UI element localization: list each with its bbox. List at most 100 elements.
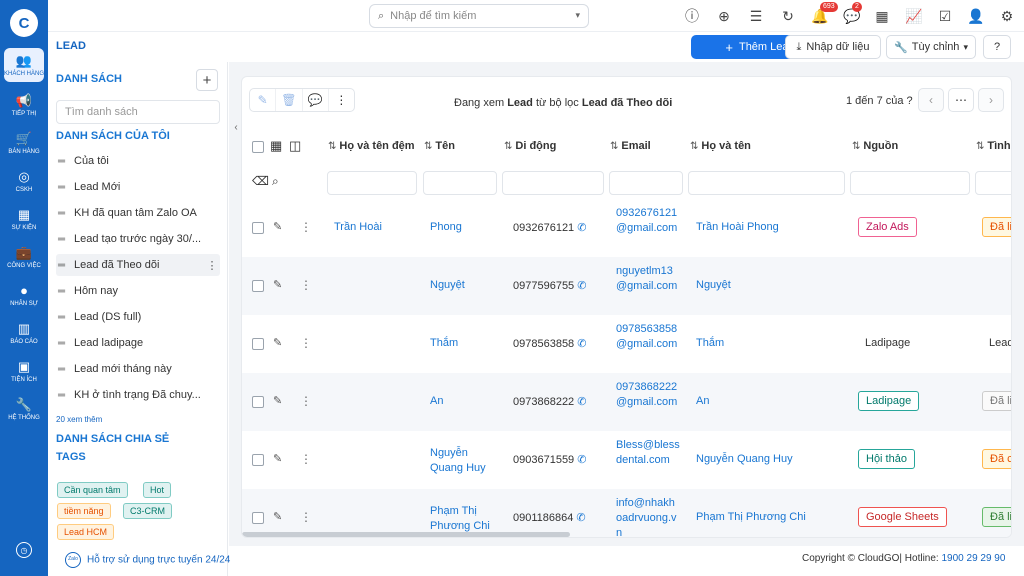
mobile-cell[interactable]: 0977596755 ✆	[513, 279, 586, 292]
email-cell[interactable]: 0978563858@gmail.com	[616, 322, 680, 352]
table-row[interactable]: ✎ ⋮ Nguyễn Quang Huy 0903671559 ✆ Bless@bless…	[242, 431, 1011, 489]
rail-item[interactable]: ● NHÂN SỰ	[4, 278, 44, 312]
edit-icon[interactable]: ✎	[273, 336, 282, 349]
full-name-cell[interactable]: Nguyệt	[696, 279, 731, 291]
phone-icon[interactable]: ✆	[577, 454, 586, 466]
shared-lists-title[interactable]: DANH SÁCH CHIA SẺ	[56, 433, 169, 445]
rail-item[interactable]: 👥 KHÁCH HÀNG	[4, 48, 44, 82]
tag-chip[interactable]: C3-CRM	[123, 503, 172, 519]
add-list-button[interactable]: +	[196, 69, 218, 91]
sidebar-list-item[interactable]: ═ Lead tạo trước ngày 30/...	[56, 228, 220, 250]
more-vertical-icon[interactable]: ⋮	[300, 278, 312, 292]
history-icon[interactable]: ◷	[16, 542, 32, 558]
trash-icon[interactable]: 🗑	[276, 89, 303, 111]
column-header-email[interactable]: ⇅ Email	[610, 140, 651, 152]
tag-chip[interactable]: tiềm năng	[57, 503, 111, 519]
full-name-cell[interactable]: An	[696, 395, 709, 407]
column-header-middle-name[interactable]: ⇅ Họ và tên đệm	[328, 140, 415, 152]
row-checkbox[interactable]	[252, 222, 264, 234]
show-more-link[interactable]: 20 xem thêm	[56, 415, 102, 424]
mobile-cell[interactable]: 0903671559 ✆	[513, 453, 586, 466]
more-vertical-icon[interactable]: ⋮	[300, 510, 312, 524]
column-header-source[interactable]: ⇅ Nguồn	[852, 140, 898, 152]
list-search-input[interactable]: Tìm danh sách	[56, 100, 220, 124]
column-header-first-name[interactable]: ⇅ Tên	[424, 140, 455, 152]
edit-icon[interactable]: ✎	[273, 452, 282, 465]
add-circle-icon[interactable]: ⊕	[714, 6, 734, 26]
phone-icon[interactable]: ✆	[576, 512, 585, 524]
table-layout-icon[interactable]: ▦	[270, 138, 282, 154]
sidebar-list-item[interactable]: ═ Lead ladipage	[56, 332, 220, 354]
sidebar-list-item[interactable]: ═ Lead (DS full)	[56, 306, 220, 328]
more-vertical-icon[interactable]: ⋮	[300, 336, 312, 350]
edit-icon[interactable]: ✎	[273, 220, 282, 233]
more-vertical-icon[interactable]: ⋮	[204, 259, 220, 272]
select-all-checkbox[interactable]	[252, 141, 264, 153]
filter-input-source[interactable]	[850, 171, 970, 195]
middle-name-cell[interactable]: Trần Hoài	[334, 221, 382, 233]
more-options-button[interactable]: ⋯	[948, 88, 974, 112]
edit-icon[interactable]: ✎	[250, 89, 277, 111]
full-name-cell[interactable]: Trần Hoài Phong	[696, 221, 779, 233]
phone-icon[interactable]: ✆	[577, 396, 586, 408]
rail-item[interactable]: 💼 CÔNG VIỆC	[4, 240, 44, 274]
row-checkbox[interactable]	[252, 512, 264, 524]
bell-icon[interactable]: 🔔 693	[810, 2, 838, 26]
row-checkbox[interactable]	[252, 280, 264, 292]
first-name-cell[interactable]: An	[430, 395, 443, 407]
refresh-icon[interactable]: ↻	[778, 6, 798, 26]
first-name-cell[interactable]: Thắm	[430, 337, 458, 349]
table-row[interactable]: ✎ ⋮ An 0973868222 ✆ 0973868222@gmail.com An Lad…	[242, 373, 1011, 431]
mobile-cell[interactable]: 0901186864 ✆	[513, 511, 586, 524]
rail-item[interactable]: 🛒 BÁN HÀNG	[4, 126, 44, 160]
table-row[interactable]: ✎ ⋮ Trần Hoài Phong 0932676121 ✆ 0932676121@gm…	[242, 199, 1011, 257]
more-vertical-icon[interactable]: ⋮	[300, 394, 312, 408]
customize-button[interactable]: 🔧 Tùy chỉnh ▾	[886, 35, 976, 59]
filter-input-email[interactable]	[609, 171, 683, 195]
rail-item[interactable]: ▦ SỰ KIỆN	[4, 202, 44, 236]
column-header-status[interactable]: ⇅ Tình	[976, 140, 1011, 152]
task-check-icon[interactable]: ☑	[935, 6, 955, 26]
calendar-icon[interactable]: ▦	[872, 6, 892, 26]
list-icon[interactable]: ☰	[746, 6, 766, 26]
email-cell[interactable]: nguyetlm13@gmail.com	[616, 264, 680, 294]
mobile-cell[interactable]: 0973868222 ✆	[513, 395, 586, 408]
full-name-cell[interactable]: Nguyễn Quang Huy	[696, 453, 793, 465]
edit-icon[interactable]: ✎	[273, 394, 282, 407]
filter-input-first-name[interactable]	[423, 171, 497, 195]
tag-chip[interactable]: Hot	[143, 482, 172, 498]
rail-item[interactable]: 🔧 HỆ THỐNG	[4, 392, 44, 426]
filter-input-middle-name[interactable]	[327, 171, 417, 195]
rail-item[interactable]: ▣ TIỆN ÍCH	[4, 354, 44, 388]
email-cell[interactable]: Bless@blessdental.com	[616, 438, 680, 468]
first-name-cell[interactable]: Nguyễn Quang Huy	[430, 446, 494, 476]
gear-icon[interactable]: ⚙	[997, 6, 1017, 26]
next-page-button[interactable]: ›	[978, 88, 1004, 112]
rail-item[interactable]: ▥ BÁO CÁO	[4, 316, 44, 350]
full-name-cell[interactable]: Phạm Thị Phương Chi	[696, 511, 806, 523]
help-button[interactable]: ?	[983, 35, 1011, 59]
filter-input-full-name[interactable]	[688, 171, 845, 195]
sidebar-list-item[interactable]: ═ Lead Mới	[56, 176, 220, 198]
phone-icon[interactable]: ✆	[577, 280, 586, 292]
more-vertical-icon[interactable]: ⋮	[300, 220, 312, 234]
email-cell[interactable]: 0973868222@gmail.com	[616, 380, 680, 410]
search-icon[interactable]: ⌕	[272, 174, 279, 189]
row-checkbox[interactable]	[252, 396, 264, 408]
edit-icon[interactable]: ✎	[273, 510, 282, 523]
support-link[interactable]: Zalo Hỗ trợ sử dụng trực tuyến 24/24	[65, 552, 230, 568]
first-name-cell[interactable]: Phong	[430, 221, 462, 233]
sidebar-list-item[interactable]: ═ Hôm nay	[56, 280, 220, 302]
import-data-button[interactable]: ⤓ Nhập dữ liệu	[785, 35, 881, 59]
sidebar-list-item[interactable]: ═ Lead mới tháng này	[56, 358, 220, 380]
column-header-full-name[interactable]: ⇅ Họ và tên	[690, 140, 751, 152]
chart-icon[interactable]: 📈	[904, 6, 924, 26]
tag-chip[interactable]: Cần quan tâm	[57, 482, 128, 498]
more-vertical-icon[interactable]: ⋮	[300, 452, 312, 466]
prev-page-button[interactable]: ‹	[918, 88, 944, 112]
column-settings-icon[interactable]: ◫	[289, 138, 301, 154]
row-checkbox[interactable]	[252, 454, 264, 466]
more-vertical-icon[interactable]: ⋮	[329, 89, 354, 111]
mobile-cell[interactable]: 0932676121 ✆	[513, 221, 586, 234]
email-cell[interactable]: 0932676121@gmail.com	[616, 206, 680, 236]
